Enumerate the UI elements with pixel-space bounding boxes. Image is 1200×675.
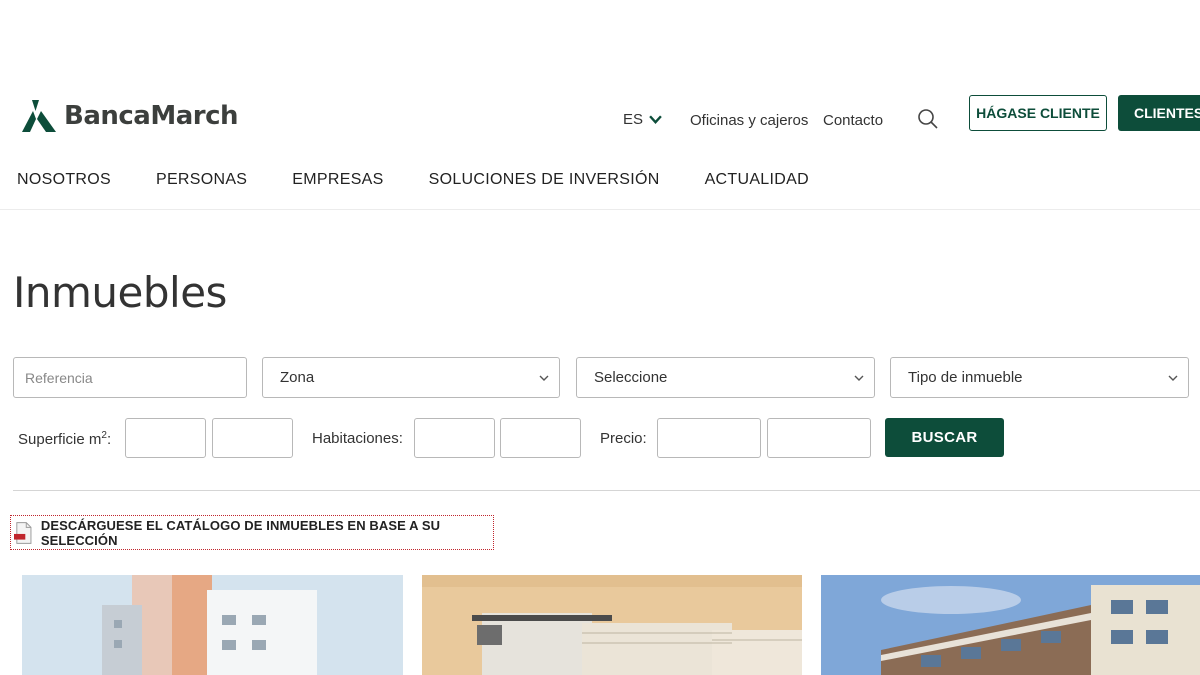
referencia-placeholder: Referencia — [25, 369, 93, 386]
superficie-max-input[interactable] — [212, 418, 293, 458]
habitaciones-max-input[interactable] — [500, 418, 581, 458]
building-photo — [422, 575, 802, 675]
become-client-button[interactable]: HÁGASE CLIENTE — [969, 95, 1107, 131]
precio-max-input[interactable] — [767, 418, 871, 458]
clients-button[interactable]: CLIENTES — [1118, 95, 1200, 131]
nav-item-nosotros[interactable]: NOSOTROS — [17, 171, 111, 189]
superficie-min-input[interactable] — [125, 418, 206, 458]
bancamarch-logo[interactable]: BancaMarch — [22, 99, 239, 133]
nav-item-actualidad[interactable]: ACTUALIDAD — [705, 171, 809, 189]
nav-item-soluciones[interactable]: SOLUCIONES DE INVERSIÓN — [429, 171, 660, 189]
referencia-input[interactable]: Referencia — [13, 357, 247, 398]
property-card-image[interactable] — [22, 575, 403, 675]
seleccione-select[interactable]: Seleccione — [576, 357, 875, 398]
habitaciones-min-input[interactable] — [414, 418, 495, 458]
language-selector[interactable]: ES — [623, 111, 662, 128]
nav-item-personas[interactable]: PERSONAS — [156, 171, 247, 189]
precio-min-input[interactable] — [657, 418, 761, 458]
contact-link[interactable]: Contacto — [823, 112, 883, 129]
offices-link[interactable]: Oficinas y cajeros — [690, 112, 808, 129]
building-photo — [22, 575, 403, 675]
logo-mark-icon — [22, 100, 56, 132]
property-card-image[interactable] — [422, 575, 802, 675]
building-photo — [821, 575, 1200, 675]
buscar-button[interactable]: BUSCAR — [885, 418, 1004, 457]
catalog-download-text: DESCÁRGUESE EL CATÁLOGO DE INMUEBLES EN … — [40, 517, 441, 548]
zona-select[interactable]: Zona — [262, 357, 560, 398]
chevron-down-icon — [649, 115, 662, 124]
catalog-download-link[interactable]: DESCÁRGUESE EL CATÁLOGO DE INMUEBLES EN … — [10, 515, 494, 550]
chevron-down-icon — [854, 375, 864, 381]
logo-text: BancaMarch — [64, 101, 239, 131]
tipo-inmueble-value: Tipo de inmueble — [908, 369, 1023, 386]
search-icon — [918, 109, 938, 129]
page-title: Inmuebles — [13, 268, 227, 317]
chevron-down-icon — [539, 375, 549, 381]
precio-label: Precio: — [600, 430, 647, 447]
chevron-down-icon — [1168, 375, 1178, 381]
superficie-label: Superficie m2: — [18, 430, 112, 448]
tipo-inmueble-select[interactable]: Tipo de inmueble — [890, 357, 1189, 398]
habitaciones-label: Habitaciones: — [312, 430, 403, 447]
main-nav: NOSOTROS PERSONAS EMPRESAS SOLUCIONES DE… — [17, 171, 809, 189]
language-label: ES — [623, 111, 644, 128]
seleccione-value: Seleccione — [594, 369, 668, 386]
nav-item-empresas[interactable]: EMPRESAS — [292, 171, 383, 189]
property-card-image[interactable] — [821, 575, 1200, 675]
zona-value: Zona — [280, 369, 315, 386]
divider — [13, 490, 1200, 491]
search-button[interactable] — [916, 107, 940, 131]
site-header: BancaMarch ES Oficinas y cajeros Contact… — [0, 0, 1200, 210]
pdf-icon — [14, 521, 32, 544]
